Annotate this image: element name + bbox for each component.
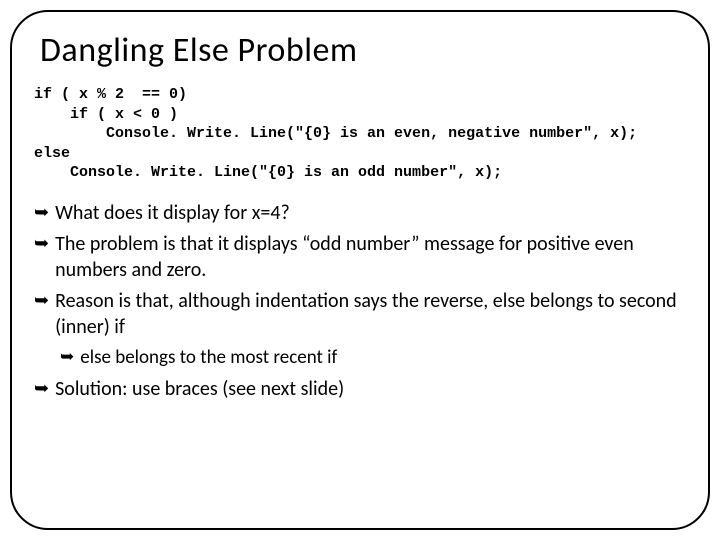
bullet-icon: ➥ [60,346,74,370]
code-line: else [34,145,70,162]
bullet-item: ➥ What does it display for x=4? [34,201,686,227]
sub-bullet-item: ➥ else belongs to the most recent if [60,346,686,370]
code-line: if ( x < 0 ) [34,106,178,123]
code-line: Console. Write. Line("{0} is an even, ne… [34,125,637,142]
bullet-text: else belongs to the most recent if [80,346,337,370]
bullet-item: ➥ Solution: use braces (see next slide) [34,377,686,403]
bullet-icon: ➥ [34,201,49,227]
bullet-text: What does it display for x=4? [55,201,290,227]
bullet-icon: ➥ [34,232,49,283]
slide-title: Dangling Else Problem [40,30,686,71]
bullet-icon: ➥ [34,377,49,403]
bullet-item: ➥ Reason is that, although indentation s… [34,289,686,340]
bullet-text: Reason is that, although indentation say… [55,289,686,340]
code-block: if ( x % 2 == 0) if ( x < 0 ) Console. W… [34,85,686,183]
bullet-item: ➥ The problem is that it displays “odd n… [34,232,686,283]
code-line: Console. Write. Line("{0} is an odd numb… [34,164,502,181]
bullet-text: Solution: use braces (see next slide) [55,377,344,403]
code-line: if ( x % 2 == 0) [34,86,187,103]
bullet-icon: ➥ [34,289,49,340]
slide-frame: Dangling Else Problem if ( x % 2 == 0) i… [10,10,710,530]
bullet-list: ➥ What does it display for x=4? ➥ The pr… [34,201,686,403]
bullet-text: The problem is that it displays “odd num… [55,232,686,283]
